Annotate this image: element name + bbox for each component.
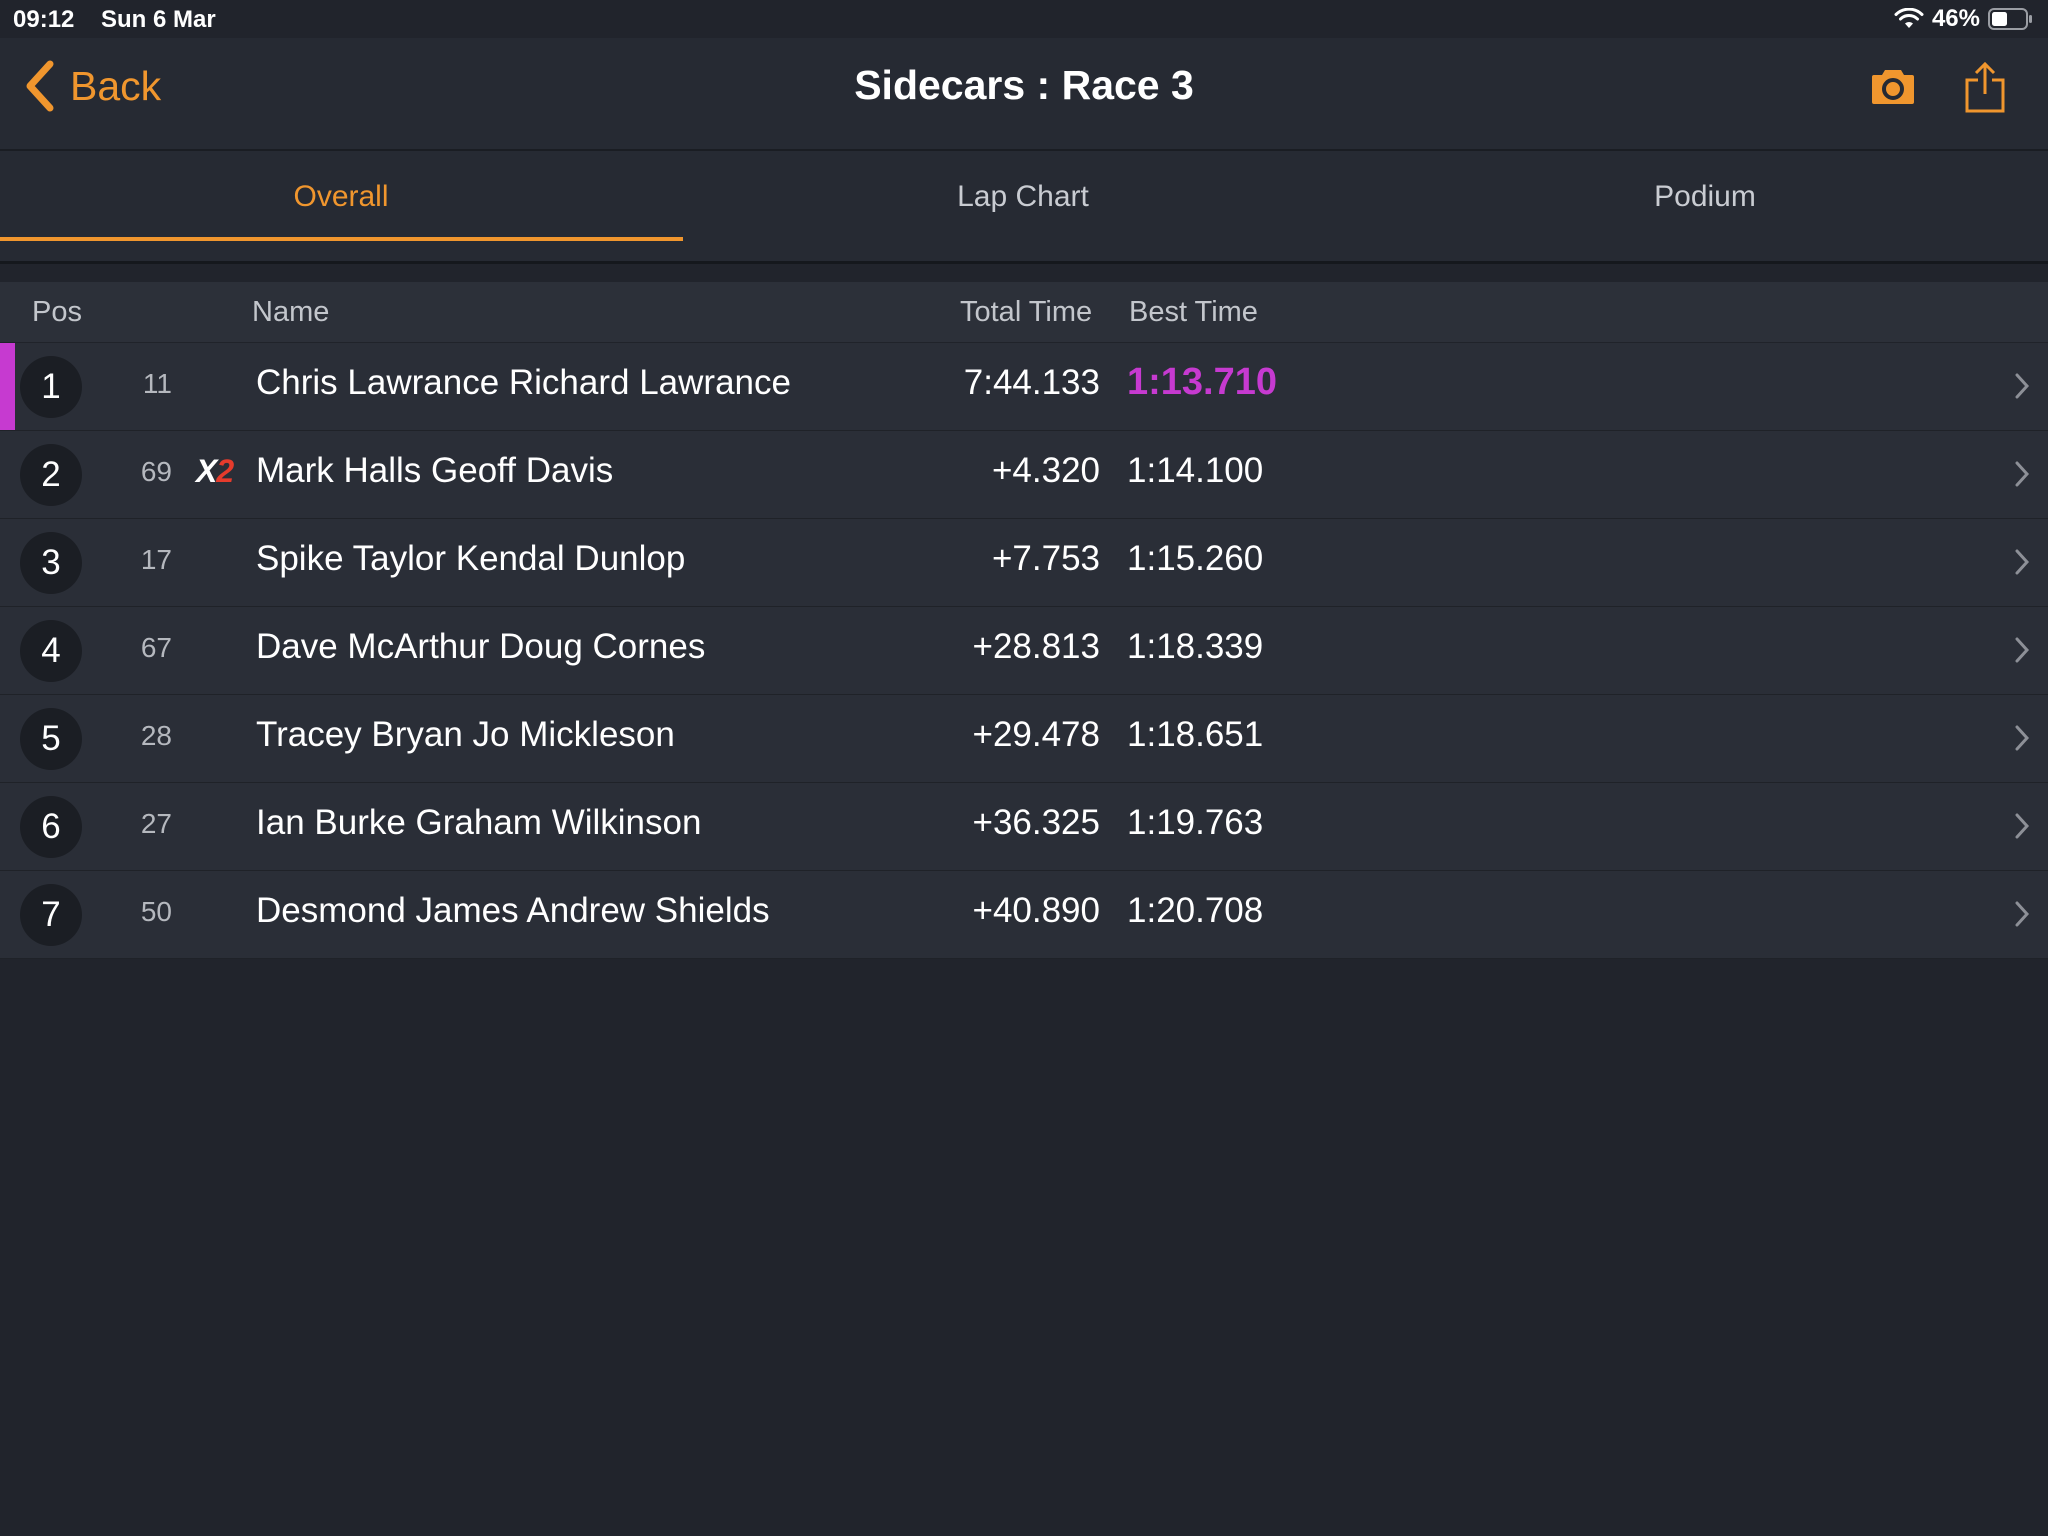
chevron-right-icon bbox=[2015, 901, 2030, 927]
status-date: Sun 6 Mar bbox=[101, 6, 216, 33]
battery-icon bbox=[1988, 8, 2032, 30]
battery-percent: 46% bbox=[1931, 5, 1980, 32]
total-time: +7.753 bbox=[991, 539, 1100, 578]
total-time: +40.890 bbox=[972, 891, 1101, 930]
position-badge: 3 bbox=[20, 532, 82, 594]
rider-names: Dave McArthur Doug Cornes bbox=[256, 627, 706, 666]
column-header-pos: Pos bbox=[32, 296, 82, 328]
results-table-body: 1 11 Chris Lawrance Richard Lawrance 7:4… bbox=[0, 343, 2048, 959]
total-time: +29.478 bbox=[972, 715, 1101, 754]
position-badge: 7 bbox=[20, 884, 82, 946]
x2-class-badge: X2 bbox=[196, 453, 234, 489]
tab-podium[interactable]: Podium bbox=[1364, 151, 2046, 239]
camera-icon[interactable] bbox=[1870, 64, 1916, 108]
best-time: 1:13.710 bbox=[1127, 361, 1278, 403]
race-number: 27 bbox=[140, 808, 172, 839]
rider-names: Mark Halls Geoff Davis bbox=[256, 451, 614, 490]
total-time: 7:44.133 bbox=[963, 363, 1100, 402]
rider-names: Spike Taylor Kendal Dunlop bbox=[256, 539, 686, 578]
rider-names: Tracey Bryan Jo Mickleson bbox=[256, 715, 675, 754]
position-badge: 5 bbox=[20, 708, 82, 770]
table-row[interactable]: 1 11 Chris Lawrance Richard Lawrance 7:4… bbox=[0, 343, 2048, 431]
position-badge: 4 bbox=[20, 620, 82, 682]
race-number: 67 bbox=[140, 632, 172, 663]
best-time: 1:18.339 bbox=[1127, 627, 1264, 666]
position-badge: 2 bbox=[20, 444, 82, 506]
selected-tab-indicator bbox=[0, 237, 683, 241]
status-time: 09:12 bbox=[13, 6, 75, 33]
best-time: 1:14.100 bbox=[1127, 451, 1264, 490]
race-number: 69 bbox=[140, 456, 172, 487]
tab-bar: Overall Lap Chart Podium bbox=[0, 151, 2048, 264]
share-icon[interactable] bbox=[1964, 62, 2006, 114]
rider-names: Chris Lawrance Richard Lawrance bbox=[256, 363, 791, 402]
race-number: 50 bbox=[140, 896, 172, 927]
table-row[interactable]: 3 17 Spike Taylor Kendal Dunlop +7.753 1… bbox=[0, 519, 2048, 607]
total-time: +28.813 bbox=[972, 627, 1101, 666]
race-number: 17 bbox=[140, 544, 172, 575]
race-number: 28 bbox=[140, 720, 172, 751]
chevron-right-icon bbox=[2015, 725, 2030, 751]
wifi-icon bbox=[1894, 8, 1924, 28]
table-row[interactable]: 2 69 X2 Mark Halls Geoff Davis +4.320 1:… bbox=[0, 431, 2048, 519]
column-header-total-time: Total Time bbox=[960, 296, 1093, 328]
total-time: +4.320 bbox=[991, 451, 1100, 490]
race-number: 11 bbox=[142, 368, 172, 399]
chevron-right-icon bbox=[2015, 637, 2030, 663]
race-results-screen: 09:12 Sun 6 Mar 46% Back Sidecars : Race… bbox=[0, 0, 2048, 1536]
position-badge: 6 bbox=[20, 796, 82, 858]
column-header-best-time: Best Time bbox=[1129, 296, 1258, 328]
total-time: +36.325 bbox=[972, 803, 1101, 842]
best-time: 1:19.763 bbox=[1127, 803, 1264, 842]
chevron-right-icon bbox=[2015, 813, 2030, 839]
chevron-right-icon bbox=[2015, 461, 2030, 487]
status-indicators: 46% bbox=[1894, 5, 2034, 33]
best-time: 1:18.651 bbox=[1127, 715, 1264, 754]
table-row[interactable]: 5 28 Tracey Bryan Jo Mickleson +29.478 1… bbox=[0, 695, 2048, 783]
best-time: 1:20.708 bbox=[1127, 891, 1264, 930]
position-badge: 1 bbox=[20, 356, 82, 418]
navigation-bar: Back Sidecars : Race 3 bbox=[0, 38, 2048, 151]
table-row[interactable]: 7 50 Desmond James Andrew Shields +40.89… bbox=[0, 871, 2048, 959]
rider-names: Ian Burke Graham Wilkinson bbox=[256, 803, 702, 842]
chevron-right-icon bbox=[2015, 549, 2030, 575]
best-time: 1:15.260 bbox=[1127, 539, 1264, 578]
chevron-right-icon bbox=[2015, 373, 2030, 399]
rider-names: Desmond James Andrew Shields bbox=[256, 891, 770, 930]
fastest-lap-marker bbox=[0, 343, 15, 430]
table-row[interactable]: 4 67 Dave McArthur Doug Cornes +28.813 1… bbox=[0, 607, 2048, 695]
results-table-header: Pos Name Total Time Best Time bbox=[0, 282, 2048, 343]
table-row[interactable]: 6 27 Ian Burke Graham Wilkinson +36.325 … bbox=[0, 783, 2048, 871]
status-bar: 09:12 Sun 6 Mar 46% bbox=[0, 0, 2048, 38]
tab-overall[interactable]: Overall bbox=[0, 151, 682, 239]
page-title: Sidecars : Race 3 bbox=[854, 62, 1194, 108]
tab-lap-chart[interactable]: Lap Chart bbox=[682, 151, 1364, 239]
column-header-name: Name bbox=[252, 296, 330, 328]
